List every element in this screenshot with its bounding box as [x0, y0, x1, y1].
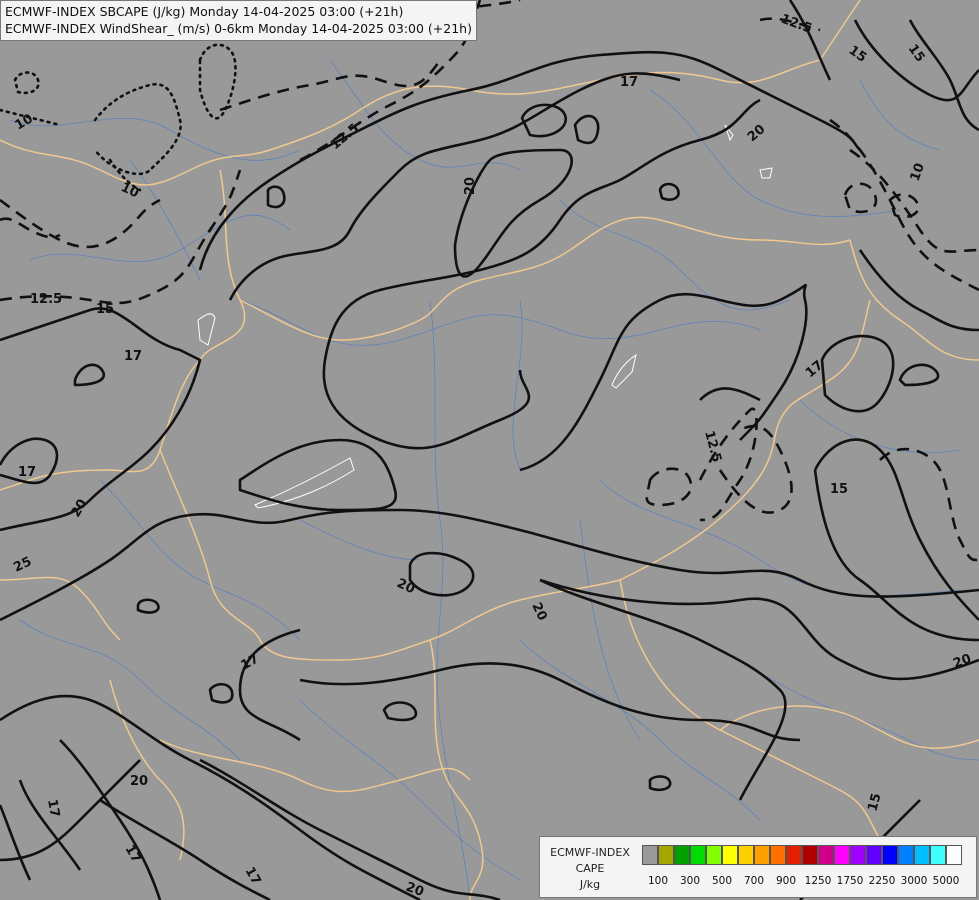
legend-tick-label: 1250	[804, 875, 832, 887]
contour-label: 17	[18, 465, 36, 480]
legend-tick-label: 500	[711, 875, 733, 887]
title-cape: ECMWF-INDEX SBCAPE (J/kg) Monday 14-04-2…	[5, 4, 404, 19]
legend-tick-label: 700	[743, 875, 765, 887]
legend-swatch	[898, 845, 914, 865]
legend-tick-label: 1750	[836, 875, 864, 887]
cape-legend: ECMWF-INDEX CAPE J/kg 100 300 500 700 900 125…	[539, 836, 977, 898]
legend-tick-label: 100	[647, 875, 669, 887]
legend-swatch	[674, 845, 690, 865]
legend-swatch	[946, 845, 962, 865]
legend-color-scale	[642, 845, 962, 865]
contour-label: 20	[130, 774, 148, 789]
legend-swatch	[802, 845, 818, 865]
legend-swatch	[770, 845, 786, 865]
legend-swatch	[850, 845, 866, 865]
legend-swatch	[722, 845, 738, 865]
contour-label: 17	[620, 75, 638, 90]
map-title-box: ECMWF-INDEX SBCAPE (J/kg) Monday 14-04-2…	[0, 0, 477, 41]
legend-unit: J/kg	[579, 878, 601, 891]
legend-ticks: 100 300 500 700 900 1250 1750 2250 3000 5000	[644, 875, 974, 891]
weather-map: 10 10 12.5 12.5 12.5 15 15 15 15 17 17 1…	[0, 0, 979, 900]
legend-tick-label: 3000	[900, 875, 928, 887]
legend-swatch	[738, 845, 754, 865]
legend-tick-label: 2250	[868, 875, 896, 887]
legend-swatch	[786, 845, 802, 865]
title-windshear: ECMWF-INDEX WindShear_ (m/s) 0-6km Monda…	[5, 21, 472, 36]
contour-label: 17	[44, 798, 62, 818]
legend-swatch	[658, 845, 674, 865]
legend-swatch	[834, 845, 850, 865]
contour-label: 15	[830, 482, 848, 497]
legend-swatch	[706, 845, 722, 865]
legend-tick-label: 5000	[932, 875, 960, 887]
contour-label: 20	[463, 177, 478, 195]
legend-swatch	[882, 845, 898, 865]
legend-label: ECMWF-INDEX CAPE J/kg	[544, 845, 636, 893]
legend-swatch	[866, 845, 882, 865]
legend-tick-label: 900	[775, 875, 797, 887]
contour-label: 12.5	[30, 292, 62, 307]
legend-swatch	[818, 845, 834, 865]
legend-swatch	[930, 845, 946, 865]
legend-source: ECMWF-INDEX	[550, 846, 630, 859]
legend-tick-label: 300	[679, 875, 701, 887]
contour-label: 17	[124, 349, 142, 364]
legend-swatch	[754, 845, 770, 865]
legend-swatch	[642, 845, 658, 865]
legend-swatch	[690, 845, 706, 865]
legend-swatch	[914, 845, 930, 865]
contour-label: 15	[96, 302, 114, 317]
legend-field: CAPE	[575, 862, 605, 875]
